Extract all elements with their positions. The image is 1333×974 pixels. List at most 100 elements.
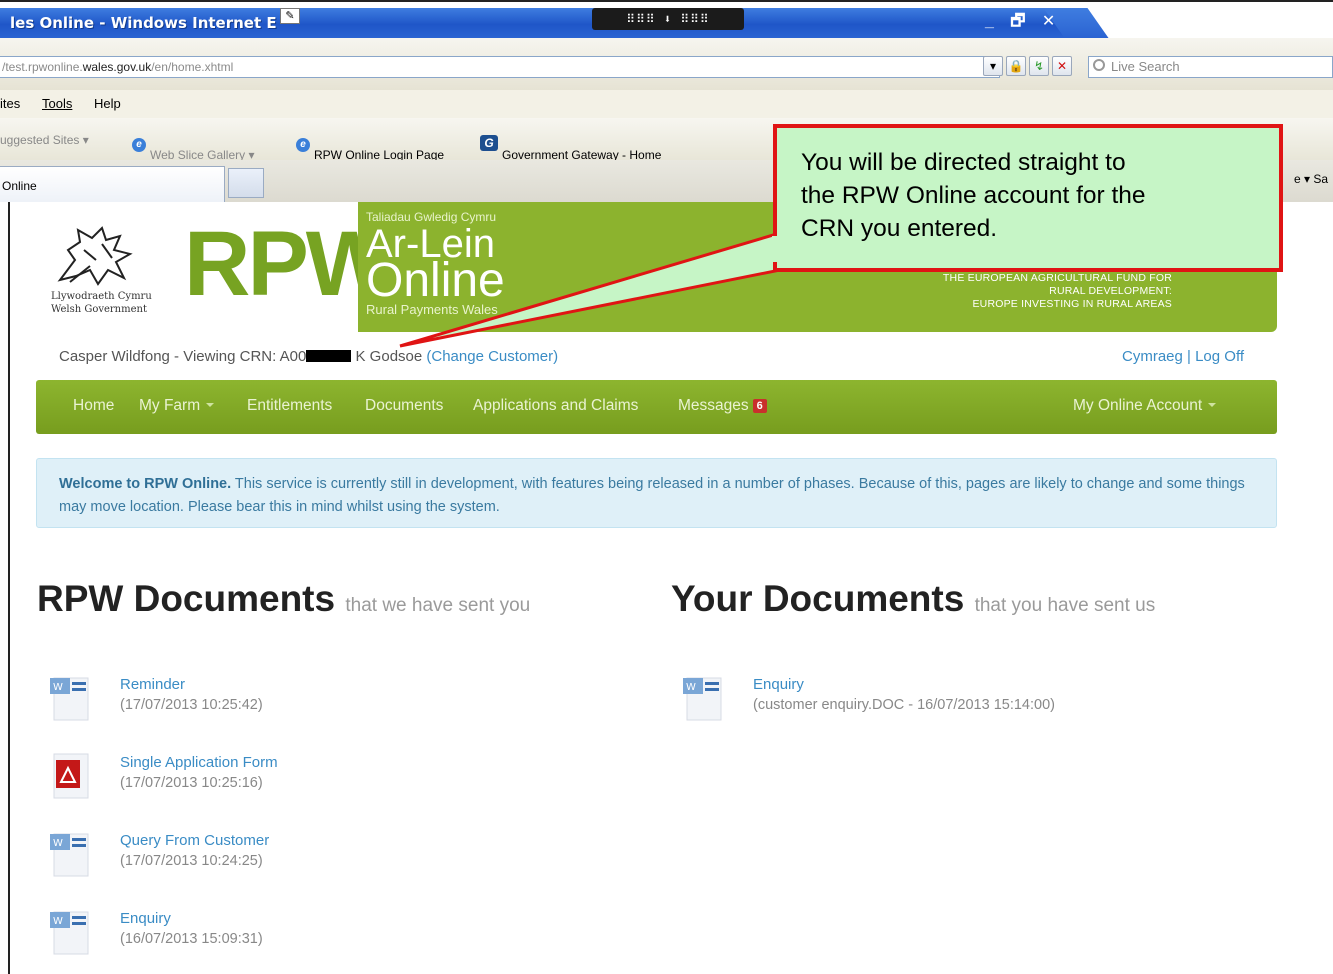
remote-toolbar-grip[interactable]: ⠿⠿⠿ ⬇ ⠿⠿⠿: [592, 8, 744, 30]
change-customer-link[interactable]: (Change Customer): [426, 348, 558, 365]
nav-account-label: My Online Account: [1073, 397, 1203, 414]
window-controls[interactable]: _ 🗗 ✕: [985, 10, 1061, 37]
alert-text: This service is currently still in devel…: [59, 476, 1245, 515]
menu-favorites[interactable]: ites: [0, 96, 20, 111]
nav-messages-label: Messages: [678, 397, 749, 414]
search-input[interactable]: Live Search: [1088, 56, 1333, 78]
your-docs-subtitle: that you have sent us: [974, 595, 1156, 616]
ie-icon: e: [296, 138, 310, 152]
svg-text:W: W: [53, 838, 63, 849]
pdf-icon: [53, 753, 89, 799]
your-documents-heading: Your Documents that you have sent us: [671, 578, 1155, 620]
window-title: les Online - Windows Internet E: [10, 14, 277, 32]
stop-icon[interactable]: ✕: [1052, 56, 1072, 76]
document-date: (17/07/2013 10:25:42): [120, 697, 263, 713]
nav-my-farm-label: My Farm: [139, 397, 201, 414]
logo-line-2: Welsh Government: [51, 304, 147, 315]
banner-online: Online: [366, 254, 505, 307]
word-doc-icon: W: [50, 677, 89, 721]
eu-funding-text: THE EUROPEAN AGRICULTURAL FUND FOR RURAL…: [943, 272, 1172, 311]
user-info-line: Casper Wildfong - Viewing CRN: A00 K God…: [59, 348, 558, 365]
word-doc-icon: W: [50, 911, 89, 955]
document-name[interactable]: Query From Customer: [120, 832, 269, 849]
welsh-dragon-icon[interactable]: [50, 220, 140, 292]
cymraeg-link[interactable]: Cymraeg: [1122, 348, 1183, 365]
document-name[interactable]: Enquiry: [120, 910, 171, 927]
address-field[interactable]: /test.rpwonline.wales.gov.uk/en/home.xht…: [0, 56, 1000, 78]
redacted-crn: [306, 350, 352, 362]
document-name[interactable]: Reminder: [120, 676, 185, 693]
rpw-docs-title: RPW Documents: [37, 578, 336, 619]
nav-my-farm[interactable]: My Farm: [139, 397, 215, 415]
callout-line-1: You will be directed straight to: [801, 149, 1126, 176]
window-titlebar: les Online - Windows Internet E ✎ ⠿⠿⠿ ⬇ …: [0, 0, 1333, 40]
pin-icon[interactable]: ✎: [280, 8, 300, 24]
rpw-docs-subtitle: that we have sent you: [345, 595, 531, 616]
nav-entitlements[interactable]: Entitlements: [247, 397, 332, 415]
dropdown-icon[interactable]: ▾: [983, 56, 1003, 76]
new-tab-button[interactable]: [228, 168, 264, 198]
svg-text:W: W: [53, 682, 63, 693]
your-docs-title: Your Documents: [671, 578, 965, 619]
alert-heading: Welcome to RPW Online.: [59, 476, 232, 492]
document-name[interactable]: Single Application Form: [120, 754, 278, 771]
tab-active[interactable]: Online: [0, 166, 225, 202]
document-item[interactable]: W Query From Customer (17/07/2013 10:24:…: [48, 828, 448, 884]
fav-gov-gateway[interactable]: G Government Gateway - Home: [480, 133, 661, 162]
frame-top-border: [0, 0, 1333, 2]
callout-line-3: CRN you entered.: [801, 215, 998, 242]
user-viewing-crn: Casper Wildfong - Viewing CRN: A00: [59, 348, 307, 365]
nav-messages[interactable]: Messages 6: [678, 397, 767, 415]
svg-text:W: W: [686, 682, 696, 693]
menu-tools[interactable]: Tools: [42, 96, 72, 111]
welcome-alert: Welcome to RPW Online. This service is c…: [36, 458, 1277, 528]
document-date: (17/07/2013 10:24:25): [120, 853, 263, 869]
document-date: (customer enquiry.DOC - 16/07/2013 15:14…: [753, 697, 1055, 713]
document-item[interactable]: W Enquiry (customer enquiry.DOC - 16/07/…: [681, 672, 1201, 728]
customer-name: K Godsoe: [351, 348, 427, 365]
nav-home[interactable]: Home: [73, 397, 114, 415]
document-item[interactable]: W Reminder (17/07/2013 10:25:42): [48, 672, 448, 728]
eu-line-2: RURAL DEVELOPMENT:: [1049, 285, 1172, 297]
callout-text: You will be directed straight to the RPW…: [801, 146, 1146, 245]
menu-help[interactable]: Help: [94, 96, 121, 111]
nav-my-online-account[interactable]: My Online Account: [1073, 397, 1217, 415]
document-item[interactable]: W Enquiry (16/07/2013 15:09:31): [48, 906, 448, 962]
chevron-down-icon: [206, 403, 215, 407]
callout-line-2: the RPW Online account for the: [801, 182, 1146, 209]
toolbar-overflow[interactable]: e ▾ Sa: [1294, 172, 1328, 186]
search-placeholder: Live Search: [1111, 59, 1180, 74]
word-doc-icon: W: [50, 833, 89, 877]
gateway-icon: G: [480, 135, 498, 151]
address-suffix: /en/home.xhtml: [151, 60, 234, 74]
main-nav: Home My Farm Entitlements Documents Appl…: [36, 380, 1277, 434]
document-date: (16/07/2013 15:09:31): [120, 931, 263, 947]
chevron-down-icon: [1208, 403, 1217, 407]
svg-text:W: W: [53, 916, 63, 927]
logoff-link[interactable]: Log Off: [1195, 348, 1244, 365]
address-bar-area: /test.rpwonline.wales.gov.uk/en/home.xht…: [0, 38, 1333, 90]
fav-suggested-sites[interactable]: uggested Sites ▾: [0, 133, 89, 147]
logo-line-1: Llywodraeth Cymru: [51, 291, 152, 302]
fav-rpw-login[interactable]: e RPW Online Login Page: [296, 133, 444, 162]
word-doc-icon: W: [683, 677, 722, 721]
address-domain: wales.gov.uk: [82, 60, 152, 74]
rpw-documents-heading: RPW Documents that we have sent you: [37, 578, 530, 620]
search-icon: [1093, 59, 1105, 71]
address-buttons: ▾ 🔒 ↯ ✕: [983, 56, 1072, 76]
header-links: Cymraeg | Log Off: [1122, 348, 1244, 365]
lock-icon[interactable]: 🔒: [1006, 56, 1026, 76]
document-name[interactable]: Enquiry: [753, 676, 804, 693]
menu-bar: ites Tools Help: [0, 90, 1333, 118]
fav-web-slice-gallery[interactable]: e Web Slice Gallery ▾: [132, 133, 255, 162]
nav-documents[interactable]: Documents: [365, 397, 443, 415]
document-date: (17/07/2013 10:25:16): [120, 775, 263, 791]
banner-rural-payments: Rural Payments Wales: [366, 302, 498, 317]
refresh-icon[interactable]: ↯: [1029, 56, 1049, 76]
welsh-government-logo-text: Llywodraeth Cymru Welsh Government: [51, 290, 152, 316]
link-separator: |: [1182, 348, 1196, 365]
document-item[interactable]: Single Application Form (17/07/2013 10:2…: [48, 750, 448, 806]
nav-applications[interactable]: Applications and Claims: [473, 397, 638, 415]
frame-left-border: [8, 202, 10, 974]
address-prefix: /test.rpwonline.: [2, 60, 83, 74]
